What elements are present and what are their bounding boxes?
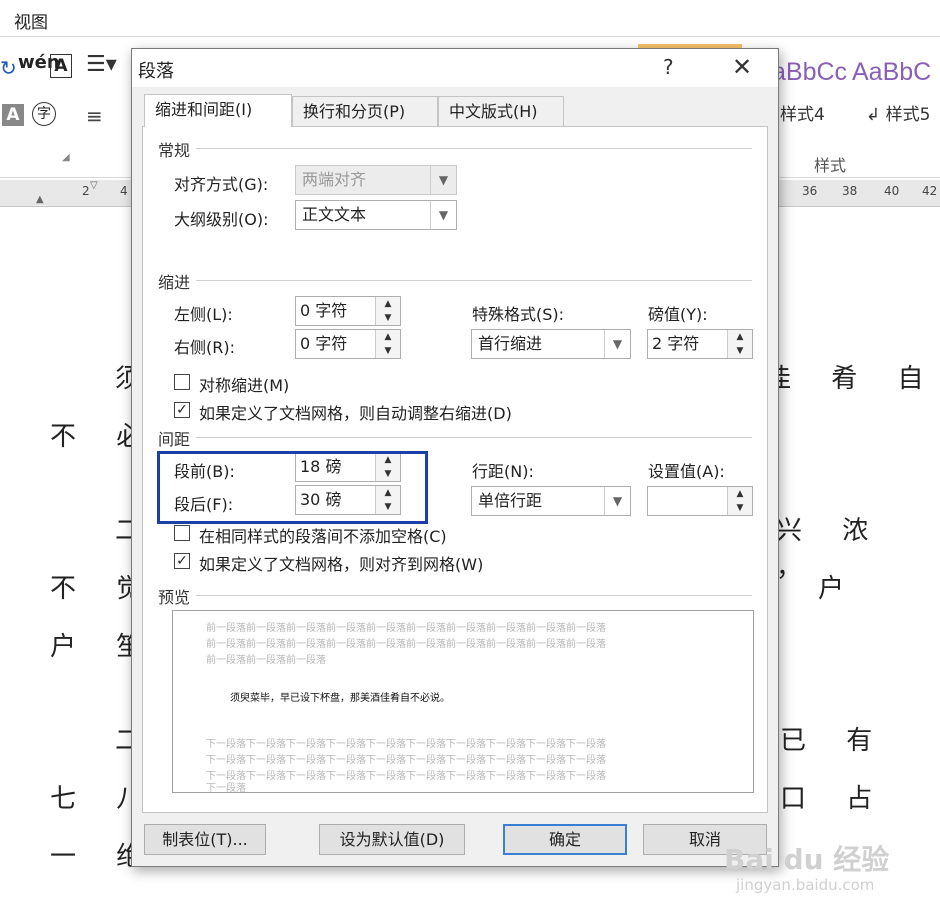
alignment-value: 两端对齐 — [302, 170, 367, 189]
indent-left-value: 0 字符 — [300, 301, 348, 320]
help-button[interactable]: ? — [663, 55, 674, 79]
preview-next-line: 下一段落下一段落下一段落下一段落下一段落下一段落下一段落下一段落下一段落下一段落 — [206, 755, 606, 766]
indent-right-spinner[interactable]: 0 字符 ▲ ▼ — [295, 329, 401, 359]
preview-next-line: 下一段落下一段落下一段落下一段落下一段落下一段落下一段落下一段落下一段落下一段落 — [206, 771, 606, 782]
chevron-down-icon: ▼ — [604, 330, 630, 358]
spin-up-icon[interactable]: ▲ — [727, 487, 752, 502]
section-preview-title: 预览 — [158, 588, 191, 607]
no-space-same-style-label[interactable]: 在相同样式的段落间不添加空格(C) — [199, 523, 447, 547]
no-space-same-style-checkbox[interactable] — [174, 525, 190, 541]
chevron-down-icon: ▼ — [430, 201, 456, 229]
spin-down-icon[interactable]: ▼ — [727, 344, 752, 358]
ruler-tick: 4 — [120, 184, 128, 198]
style-sample-5[interactable]: AaBbC — [852, 58, 931, 87]
baidu-jingyan-watermark: Bai du 经验 — [724, 843, 890, 876]
section-divider — [196, 595, 752, 596]
chevron-down-icon: ▼ — [430, 166, 456, 194]
styles-group-label: 样式 — [814, 156, 847, 175]
spin-down-icon[interactable]: ▼ — [375, 311, 400, 325]
indent-by-value: 2 字符 — [652, 334, 700, 353]
tabs-button[interactable]: 制表位(T)... — [144, 824, 266, 855]
line-spacing-label: 行距(N): — [472, 462, 534, 481]
indent-left-spinner[interactable]: 0 字符 ▲ ▼ — [295, 296, 401, 326]
clear-format-icon[interactable]: ↻ — [0, 56, 17, 80]
ruler-tick: 2 — [82, 184, 90, 198]
special-indent-select[interactable]: 首行缩进 ▼ — [471, 329, 631, 359]
ruler-tick: 42 — [922, 184, 938, 198]
preview-prev-line: 前一段落前一段落前一段落前一段落前一段落前一段落前一段落前一段落前一段落前一段落 — [206, 623, 606, 634]
line-spacing-value: 单倍行距 — [478, 491, 543, 510]
ruler-tick: 40 — [884, 184, 900, 198]
set-default-button[interactable]: 设为默认值(D) — [319, 824, 465, 855]
snap-to-grid-checkbox[interactable]: ✓ — [174, 553, 190, 569]
line-spacing-at-label: 设置值(A): — [648, 462, 725, 481]
mirror-indents-checkbox[interactable] — [174, 374, 190, 390]
outline-level-label: 大纲级别(O): — [174, 210, 269, 229]
section-divider — [196, 437, 752, 438]
style-sample-4[interactable]: aBbCc — [772, 58, 847, 87]
auto-adjust-right-checkbox[interactable]: ✓ — [174, 402, 190, 418]
preview-next-line: 下一段落下一段落下一段落下一段落下一段落下一段落下一段落下一段落下一段落下一段落 — [206, 739, 606, 750]
line-spacing-select[interactable]: 单倍行距 ▼ — [471, 486, 631, 516]
section-divider — [196, 148, 752, 149]
doc-text: 户 — [818, 574, 861, 604]
menu-view[interactable]: 视图 — [14, 8, 48, 33]
auto-adjust-right-label[interactable]: 如果定义了文档网格，则自动调整右缩进(D) — [199, 400, 512, 424]
enclose-character-icon[interactable]: 字 — [32, 102, 56, 126]
section-divider — [196, 280, 752, 281]
special-indent-value: 首行缩进 — [478, 334, 543, 353]
style-4-label[interactable]: 样式4 — [780, 100, 825, 125]
dialog-titlebar[interactable]: 段落 ? ✕ — [132, 49, 778, 87]
style-5-label[interactable]: ↲ 样式5 — [866, 100, 930, 125]
preview-sample-text: 须臾菜毕，早已设下杯盘，那美酒佳肴自不必说。 — [230, 693, 450, 704]
font-dialog-launcher-icon[interactable]: ◢ — [62, 152, 70, 163]
first-line-indent-icon[interactable]: ▽ — [90, 180, 98, 191]
chevron-down-icon: ▼ — [604, 487, 630, 515]
close-icon[interactable]: ✕ — [732, 53, 752, 81]
tab-indents-and-spacing[interactable]: 缩进和间距(I) — [144, 94, 292, 127]
align-left-icon[interactable]: ≡ — [86, 104, 103, 128]
preview-box: 前一段落前一段落前一段落前一段落前一段落前一段落前一段落前一段落前一段落前一段落… — [172, 610, 754, 793]
spin-down-icon[interactable]: ▼ — [375, 344, 400, 358]
preview-next-line: 下一段落 — [206, 783, 246, 793]
section-indent-title: 缩进 — [158, 273, 191, 292]
tab-asian-typography[interactable]: 中文版式(H) — [438, 96, 564, 126]
character-border-icon[interactable]: A — [50, 54, 72, 78]
mirror-indents-label[interactable]: 对称缩进(M) — [199, 372, 289, 396]
ruler-tick: 38 — [842, 184, 858, 198]
indent-right-label: 右侧(R): — [174, 338, 235, 357]
snap-to-grid-label[interactable]: 如果定义了文档网格，则对齐到网格(W) — [199, 551, 483, 575]
doc-text: 已 有 — [780, 726, 889, 756]
indent-right-value: 0 字符 — [300, 334, 348, 353]
indent-by-spinner[interactable]: 2 字符 ▲ ▼ — [647, 329, 753, 359]
preview-prev-line: 前一段落前一段落前一段落 — [206, 655, 326, 666]
bullet-list-icon[interactable]: ☰▾ — [86, 52, 117, 77]
ruler-tick: 36 — [802, 184, 818, 198]
line-spacing-at-spinner[interactable]: ▲ ▼ — [647, 486, 753, 516]
watermark-url: jingyan.baidu.com — [736, 876, 875, 894]
special-indent-label: 特殊格式(S): — [472, 305, 565, 324]
indent-by-label: 磅值(Y): — [648, 305, 708, 324]
indent-marker-icon[interactable]: ▲ — [36, 194, 44, 205]
spin-up-icon[interactable]: ▲ — [375, 330, 400, 345]
alignment-select[interactable]: 两端对齐 ▼ — [295, 165, 457, 195]
indent-left-label: 左侧(L): — [174, 305, 233, 324]
section-spacing-title: 间距 — [158, 430, 191, 449]
preview-prev-line: 前一段落前一段落前一段落前一段落前一段落前一段落前一段落前一段落前一段落前一段落 — [206, 639, 606, 650]
tab-line-and-page-breaks[interactable]: 换行和分页(P) — [292, 96, 438, 126]
ok-button[interactable]: 确定 — [503, 824, 627, 855]
spin-up-icon[interactable]: ▲ — [727, 330, 752, 345]
annotation-highlight-box — [157, 451, 428, 524]
outline-level-value: 正文文本 — [302, 205, 367, 224]
spin-up-icon[interactable]: ▲ — [375, 297, 400, 312]
doc-text: 口 占 — [780, 784, 889, 814]
alignment-label: 对齐方式(G): — [174, 175, 269, 194]
section-general-title: 常规 — [158, 141, 191, 160]
outline-level-select[interactable]: 正文文本 ▼ — [295, 200, 457, 230]
dialog-title: 段落 — [138, 61, 174, 82]
spin-down-icon[interactable]: ▼ — [727, 501, 752, 515]
doc-text: 佳 肴 自 — [765, 364, 940, 394]
character-shading-icon[interactable]: A — [2, 104, 24, 126]
